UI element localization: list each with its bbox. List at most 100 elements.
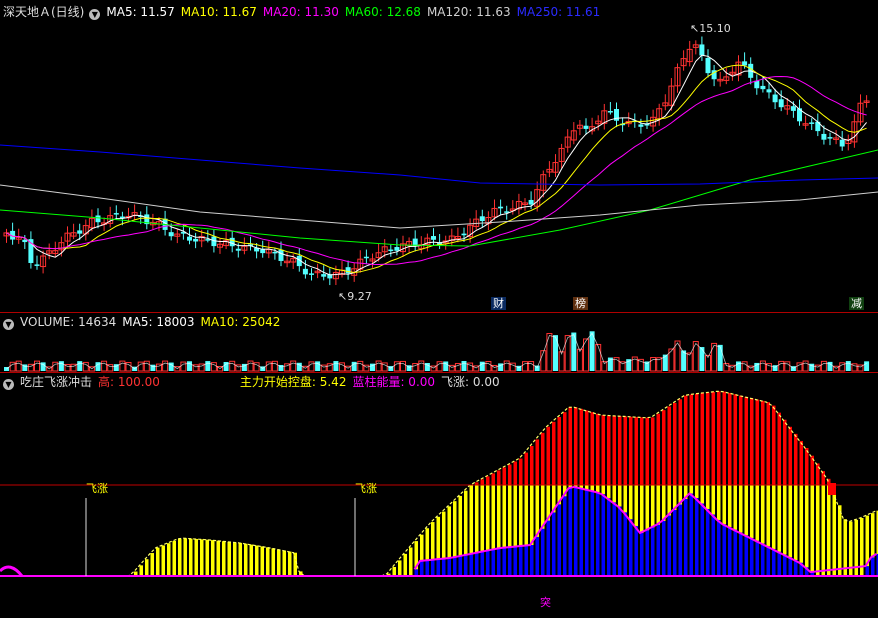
red-bar — [733, 394, 737, 485]
candle-body-down — [498, 206, 504, 209]
yellow-bar — [150, 553, 154, 576]
red-bar — [706, 392, 710, 485]
red-bar — [502, 467, 506, 485]
red-bar — [794, 433, 798, 485]
candle-body-down — [260, 249, 266, 254]
volume-bar-up — [564, 335, 571, 372]
blue-bar — [865, 566, 869, 576]
volume-bar-up — [784, 361, 791, 372]
blue-bar — [607, 498, 611, 576]
red-bar — [700, 393, 704, 485]
blue-bar — [425, 560, 429, 576]
blue-bar — [618, 506, 622, 576]
candle-body-down — [388, 249, 394, 252]
red-bar — [535, 439, 539, 485]
yellow-bar — [172, 541, 176, 576]
chevron-down-icon[interactable]: ▼ — [89, 9, 101, 20]
red-bar — [656, 413, 660, 485]
chevron-down-icon[interactable]: ▼ — [3, 379, 14, 390]
blue-bar — [777, 551, 781, 576]
red-bar — [783, 419, 787, 485]
candle-body-down — [821, 133, 827, 140]
yellow-bar — [178, 538, 182, 576]
blue-bar — [508, 547, 512, 576]
blue-bar — [431, 559, 435, 576]
blue-bar — [524, 545, 528, 576]
candle-body-down — [461, 233, 467, 236]
candle-body-down — [321, 274, 327, 277]
volume-bar-up — [418, 360, 425, 372]
blue-bar — [552, 512, 556, 576]
indicator-legend: ▼ 吃庄飞涨冲击 高: 100.00 主力开始控盘: 5.42 蓝柱能量: 0.00 飞涨… — [0, 374, 506, 390]
indicator-panel[interactable]: ▼ 吃庄飞涨冲击 高: 100.00 主力开始控盘: 5.42 蓝柱能量: 0.00 飞涨… — [0, 373, 878, 618]
yellow-bar — [194, 538, 198, 576]
yellow-bar — [403, 553, 407, 576]
ma60-label: MA60: 12.68 — [344, 5, 421, 19]
ma250-line — [0, 144, 878, 186]
blue-bar — [739, 532, 743, 576]
volume-bar-up — [522, 361, 528, 372]
blue-bar — [447, 558, 451, 576]
blue-bar — [772, 549, 776, 576]
volume-panel[interactable]: ▼ VOLUME: 14634 MA5: 18003 MA10: 25042 — [0, 313, 878, 372]
event-tag-reduce[interactable]: 减 — [849, 297, 864, 310]
blue-bar — [530, 545, 534, 576]
yellow-bar — [266, 547, 270, 576]
red-bar — [761, 400, 765, 485]
yellow-bar — [249, 544, 253, 576]
volume-bar-up — [308, 361, 315, 372]
event-tag-finance[interactable]: 财 — [491, 297, 506, 310]
blue-bar — [662, 521, 666, 576]
volume-bar-down — [205, 361, 211, 371]
indicator-surge: 飞涨: 0.00 — [441, 375, 500, 389]
red-bar — [546, 426, 550, 485]
indicator-chart[interactable] — [0, 373, 878, 618]
volume-bar-down — [351, 361, 357, 371]
blue-bar — [502, 547, 506, 576]
high-price-label: ↖15.10 — [690, 22, 731, 35]
candlestick-chart[interactable] — [0, 0, 878, 312]
volume-bar-up — [143, 360, 150, 372]
blue-bar — [535, 536, 539, 576]
red-bar — [678, 399, 682, 485]
blue-bar — [491, 549, 495, 576]
red-bar — [684, 395, 688, 485]
breakout-marker: 突 — [540, 596, 551, 609]
red-bar — [629, 416, 633, 485]
volume-bar-down — [223, 362, 229, 371]
price-panel[interactable]: 深天地Ａ(日线) ▼ MA5: 11.57 MA10: 11.67 MA20: 11.3… — [0, 0, 878, 312]
volume-bar-up — [271, 360, 278, 372]
yellow-bar — [260, 546, 264, 576]
blue-bar — [717, 520, 721, 576]
blue-bar — [557, 504, 561, 576]
blue-bar — [601, 494, 605, 576]
red-bar — [766, 402, 770, 485]
indicator-control: 主力开始控盘: 5.42 — [239, 375, 347, 389]
red-bar — [590, 412, 594, 485]
surge-marker-1: 飞涨 — [86, 482, 108, 495]
blue-bar — [420, 561, 424, 576]
ma120-label: MA120: 11.63 — [426, 5, 511, 19]
yellow-bar — [238, 542, 242, 576]
volume-bar-down — [443, 361, 449, 371]
blue-bar — [513, 546, 517, 576]
red-bar — [634, 417, 638, 485]
red-bar — [480, 479, 484, 485]
blue-bar — [579, 488, 583, 576]
red-bar — [530, 446, 534, 485]
red-bar — [750, 398, 754, 485]
red-bar — [821, 471, 825, 485]
volume-bar-up — [375, 360, 382, 372]
stock-title: 深天地Ａ(日线) — [3, 5, 85, 19]
candle-body-down — [345, 267, 351, 274]
volume-bar-up — [400, 360, 406, 372]
volume-bar-up — [595, 343, 602, 372]
volume-bar-down — [553, 335, 558, 371]
candle-body-down — [278, 249, 284, 261]
price-legend: 深天地Ａ(日线) ▼ MA5: 11.57 MA10: 11.67 MA20: 11.3… — [0, 4, 606, 20]
blue-bar — [689, 493, 693, 576]
yellow-bar — [167, 543, 171, 576]
candle-body-down — [827, 137, 833, 139]
chevron-down-icon[interactable]: ▼ — [3, 319, 14, 330]
event-tag-rank[interactable]: 榜 — [573, 297, 588, 310]
